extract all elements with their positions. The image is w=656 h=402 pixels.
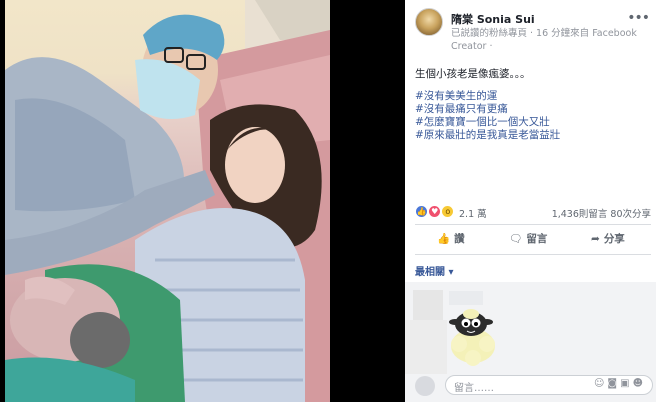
hashtag-link[interactable]: #沒有美美生的運 — [415, 90, 560, 103]
share-arrow-icon: ➦ — [591, 233, 600, 245]
author-name[interactable]: 隋棠 Sonia Sui — [451, 11, 535, 27]
share-label: 分享 — [603, 233, 625, 245]
current-user-avatar — [415, 376, 435, 396]
share-button[interactable]: ➦ 分享 — [591, 231, 625, 246]
thumbs-up-icon: 👍 — [437, 233, 451, 245]
sticker-icon[interactable]: ☻ — [633, 378, 646, 389]
author-avatar[interactable] — [415, 8, 443, 36]
like-button[interactable]: 👍 讚 — [437, 231, 465, 246]
reaction-icons[interactable]: 👍 ♥ o — [415, 205, 455, 219]
gif-icon[interactable]: ▣ — [620, 378, 632, 389]
speech-bubble-icon: 🗨 — [509, 233, 523, 245]
hashtag-link[interactable]: #沒有最痛只有更痛 — [415, 103, 560, 116]
commenter-avatar[interactable] — [413, 290, 443, 320]
divider — [415, 224, 651, 225]
hashtag-link[interactable]: #原來最壯的是我真是老當益壯 — [415, 129, 560, 142]
commenter-name-redacted — [449, 291, 483, 305]
comment-tools: ☺◙▣☻ — [594, 378, 646, 389]
action-bar: 👍 讚 🗨 留言 ➦ 分享 — [415, 229, 651, 251]
post-meta: 已説讚的粉絲專頁 · 16 分鐘來自 Facebook Creator · — [451, 28, 637, 52]
camera-icon[interactable]: ◙ — [607, 378, 620, 389]
wow-reaction-icon: o — [441, 205, 455, 218]
ellipsis-icon[interactable]: ••• — [627, 10, 650, 26]
sheep-sticker — [449, 309, 495, 366]
like-label: 讚 — [454, 233, 465, 245]
reaction-count[interactable]: 2.1 萬 — [459, 206, 487, 220]
hashtag-link[interactable]: #怎麼寶寶一個比一個大又壯 — [415, 116, 560, 129]
comment-button[interactable]: 🗨 留言 — [509, 231, 547, 246]
post-text: 生個小孩老是像瘋婆。。。 — [415, 68, 531, 80]
hashtag-list: #沒有美美生的運 #沒有最痛只有更痛 #怎麼寶寶一個比一個大又壯 #原來最壯的是… — [415, 90, 560, 142]
comment-input[interactable]: 留言…… ☺◙▣☻ — [445, 375, 653, 395]
comment-sort-dropdown[interactable]: 最相關 ▾ — [415, 263, 454, 278]
like-reaction-icon: 👍 — [415, 205, 428, 218]
post-panel: 隋棠 Sonia Sui 已説讚的粉絲專頁 · 16 分鐘來自 Facebook… — [405, 0, 656, 402]
photo-viewer[interactable] — [0, 0, 405, 402]
emoji-icon[interactable]: ☺ — [594, 378, 607, 389]
photo-illustration — [5, 0, 330, 402]
divider — [415, 254, 651, 255]
love-reaction-icon: ♥ — [428, 205, 442, 218]
post-photo[interactable] — [5, 0, 330, 402]
comment-placeholder: 留言…… — [454, 383, 494, 394]
reaction-bar: 👍 ♥ o 2.1 萬 1,436則留言 80次分享 — [415, 204, 651, 220]
comment-share-stats[interactable]: 1,436則留言 80次分享 — [552, 206, 651, 220]
comment-label: 留言 — [526, 233, 548, 245]
post-header: 隋棠 Sonia Sui 已説讚的粉絲專頁 · 16 分鐘來自 Facebook… — [415, 8, 651, 54]
